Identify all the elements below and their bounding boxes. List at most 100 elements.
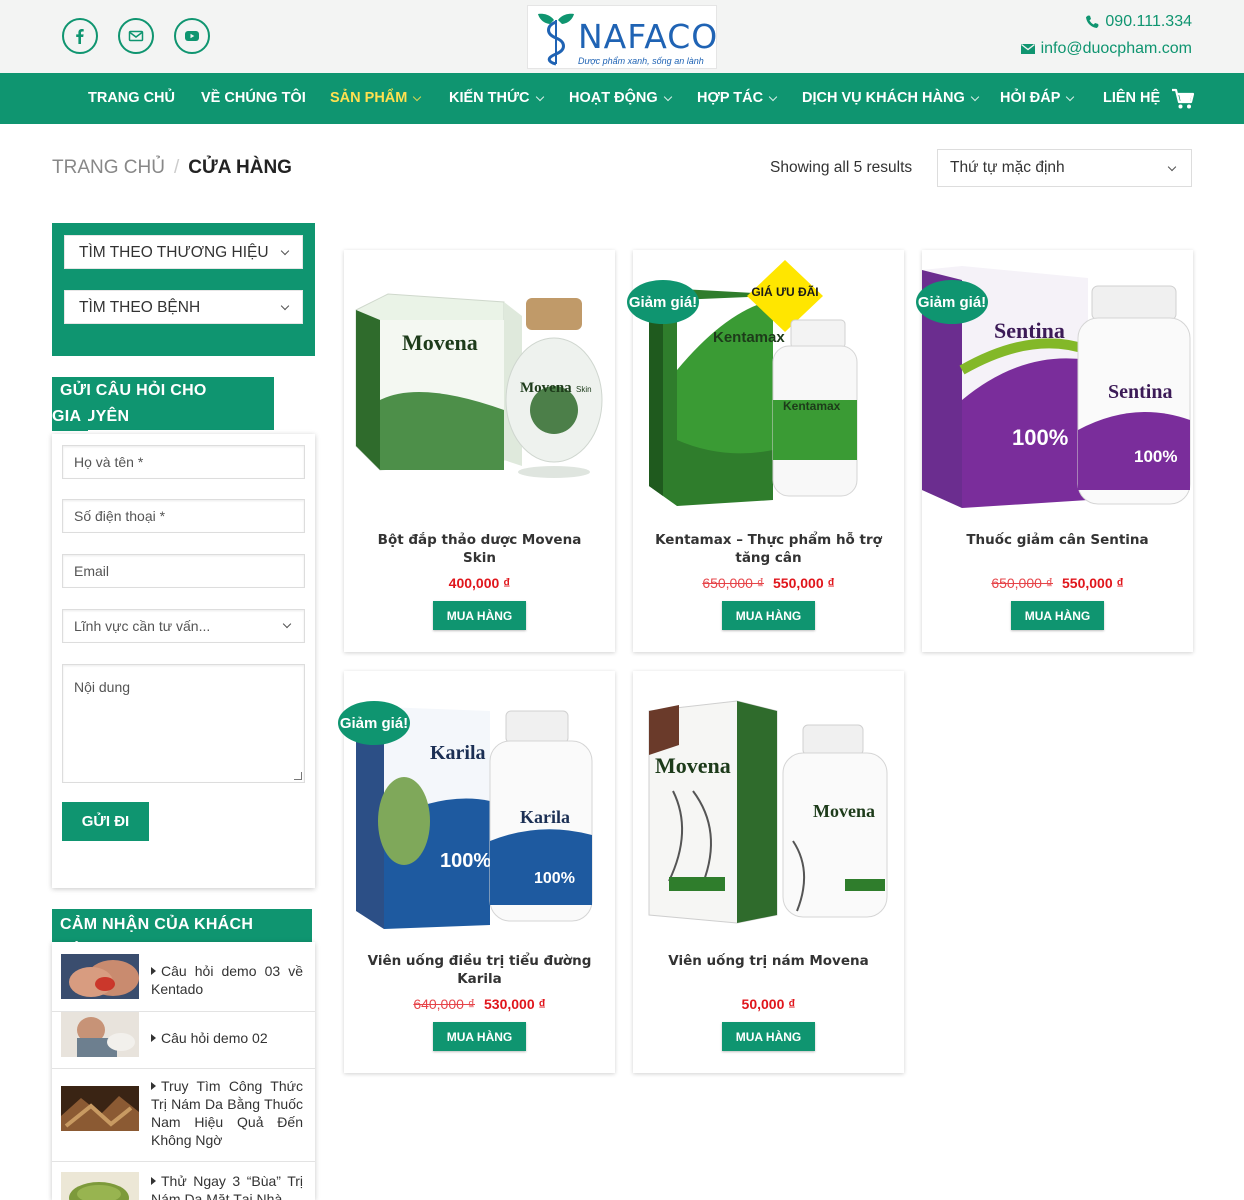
caret-right-icon: [151, 1082, 156, 1090]
main-nav: TRANG CHỦ VỀ CHÚNG TÔI SẢN PHẨM KIẾN THỨ…: [0, 73, 1244, 124]
facebook-icon[interactable]: [62, 18, 98, 54]
envelope-icon: [1020, 43, 1035, 54]
svg-text:100%: 100%: [534, 870, 575, 887]
nav-home[interactable]: TRANG CHỦ: [88, 90, 175, 106]
question-form-title-line2: GIA: [52, 403, 88, 431]
svg-text:Kentamax: Kentamax: [713, 329, 785, 346]
product-name[interactable]: Viên uống trị nám Movena: [649, 952, 888, 970]
filter-widget: TÌM THEO THƯƠNG HIỆU TÌM THEO BỆNH: [52, 223, 315, 356]
sort-select[interactable]: Thứ tự mặc định: [937, 149, 1192, 187]
product-card[interactable]: Karila 100% Karila 100% Giảm giá! Viên u…: [338, 671, 615, 1073]
buy-button[interactable]: MUA HÀNG: [1011, 601, 1104, 630]
current-price: 530,000 ₫: [484, 996, 546, 1012]
product-name[interactable]: Thuốc giảm cân Sentina: [938, 531, 1177, 549]
submit-button[interactable]: GỬI ĐI: [62, 802, 149, 841]
product-card[interactable]: Movena Movena Viên uống trị nám Movena 5…: [633, 671, 904, 1073]
review-link[interactable]: Câu hỏi demo 02: [151, 1029, 303, 1047]
logo-leaf-icon: [538, 13, 574, 66]
site-logo[interactable]: NAFACO Dược phẩm xanh, sống an lành: [527, 5, 717, 69]
sale-badge: Giảm giá!: [627, 280, 699, 324]
name-field[interactable]: Họ và tên *: [62, 445, 305, 479]
cart-icon[interactable]: [1171, 88, 1195, 110]
nav-contact[interactable]: LIÊN HỆ: [1103, 90, 1160, 106]
old-price: 640,000 ₫: [413, 996, 475, 1012]
product-name[interactable]: Kentamax – Thực phẩm hỗ trợ tăng cân: [649, 531, 888, 567]
buy-button[interactable]: MUA HÀNG: [433, 601, 526, 630]
breadcrumb-separator: /: [173, 157, 180, 178]
svg-text:100%: 100%: [1012, 425, 1068, 450]
sale-badge: Giảm giá!: [916, 280, 988, 324]
product-card[interactable]: Kentamax GIÁ ƯU ĐÃI Kentamax Giảm giá! K…: [627, 250, 904, 652]
header-email[interactable]: info@duocpham.com: [1020, 40, 1192, 58]
nav-faq[interactable]: HỎI ĐÁP: [1000, 90, 1076, 106]
content-textarea[interactable]: Nội dung: [62, 664, 305, 783]
chevron-down-icon: [280, 301, 290, 311]
current-price: 550,000 ₫: [773, 575, 835, 591]
chevron-down-icon: [1167, 162, 1177, 172]
email-field[interactable]: Email: [62, 554, 305, 588]
phone-field[interactable]: Số điện thoại *: [62, 499, 305, 533]
product-price: 50,000 ₫: [633, 996, 904, 1012]
phone-number: 090.111.334: [1105, 13, 1192, 30]
review-link[interactable]: Truy Tìm Công Thức Trị Nám Da Bằng Thuốc…: [151, 1077, 303, 1149]
svg-text:Sentina: Sentina: [1108, 381, 1172, 403]
youtube-icon[interactable]: [174, 18, 210, 54]
nav-activities[interactable]: HOẠT ĐỘNG: [569, 90, 674, 106]
header-phone[interactable]: 090.111.334: [1084, 13, 1192, 31]
buy-button[interactable]: MUA HÀNG: [722, 1022, 815, 1051]
list-item[interactable]: Truy Tìm Công Thức Trị Nám Da Bằng Thuốc…: [52, 1069, 315, 1162]
current-price: 400,000 ₫: [448, 575, 511, 591]
product-price: 650,000 ₫ 550,000 ₫: [633, 575, 904, 591]
nav-knowledge[interactable]: KIẾN THỨC: [449, 90, 546, 106]
chevron-down-icon: [535, 92, 544, 101]
review-thumbnail: [61, 1086, 139, 1131]
product-price: 640,000 ₫ 530,000 ₫: [344, 996, 615, 1012]
nav-customer-service[interactable]: DỊCH VỤ KHÁCH HÀNG: [802, 90, 981, 106]
product-name[interactable]: Bột đắp thảo dược Movena Skin: [360, 531, 599, 567]
topic-select[interactable]: Lĩnh vực cần tư vấn...: [62, 609, 305, 643]
breadcrumb: TRANG CHỦ / CỬA HÀNG: [52, 157, 292, 179]
current-price: 550,000 ₫: [1062, 575, 1124, 591]
old-price: 650,000 ₫: [991, 575, 1053, 591]
svg-text:Movena: Movena: [813, 801, 875, 821]
chevron-down-icon: [970, 92, 979, 101]
product-card[interactable]: Sentina 100% Sentina 100% Giảm giá! Thuố…: [916, 250, 1193, 652]
svg-text:Skin: Skin: [576, 385, 592, 394]
buy-button[interactable]: MUA HÀNG: [433, 1022, 526, 1051]
svg-text:Sentina: Sentina: [994, 318, 1065, 343]
resize-handle-icon[interactable]: [294, 772, 302, 780]
product-card[interactable]: Movena Movena Skin Bột đắp thảo dược Mov…: [344, 250, 615, 652]
list-item[interactable]: Câu hỏi demo 03 về Kentado: [52, 942, 315, 1012]
svg-text:100%: 100%: [440, 850, 491, 872]
nav-products[interactable]: SẢN PHẨM: [330, 90, 423, 106]
sort-selected-value: Thứ tự mặc định: [950, 159, 1065, 176]
breadcrumb-current: CỬA HÀNG: [188, 157, 292, 178]
brand-filter-select[interactable]: TÌM THEO THƯƠNG HIỆU: [64, 235, 303, 269]
breadcrumb-home[interactable]: TRANG CHỦ: [52, 157, 165, 178]
svg-text:GIÁ ƯU ĐÃI: GIÁ ƯU ĐÃI: [751, 284, 818, 299]
product-price: 650,000 ₫ 550,000 ₫: [922, 575, 1193, 591]
buy-button[interactable]: MUA HÀNG: [722, 601, 815, 630]
nav-about[interactable]: VỀ CHÚNG TÔI: [201, 90, 306, 106]
product-name[interactable]: Viên uống điều trị tiểu đường Karila: [360, 952, 599, 988]
email-address: info@duocpham.com: [1040, 40, 1192, 57]
nav-cooperation[interactable]: HỢP TÁC: [697, 90, 779, 106]
product-price: 400,000 ₫: [344, 575, 615, 591]
result-count: Showing all 5 results: [770, 159, 913, 176]
disease-filter-select[interactable]: TÌM THEO BỆNH: [64, 290, 303, 324]
review-link[interactable]: Thử Ngay 3 “Bùa” Trị Nám Da Mặt Tại Nhà: [151, 1172, 303, 1200]
review-link[interactable]: Câu hỏi demo 03 về Kentado: [151, 962, 303, 998]
list-item[interactable]: Câu hỏi demo 02: [52, 1012, 315, 1069]
question-form: Họ và tên * Số điện thoại * Email Lĩnh v…: [52, 434, 315, 888]
product-image[interactable]: Movena Movena Skin: [344, 250, 615, 520]
phone-icon: [1086, 15, 1099, 28]
svg-text:Karila: Karila: [430, 742, 486, 764]
logo-name: NAFACO: [578, 17, 719, 56]
top-bar: NAFACO Dược phẩm xanh, sống an lành 090.…: [0, 0, 1244, 73]
product-image[interactable]: Movena Movena: [633, 671, 904, 941]
review-thumbnail: [61, 1012, 139, 1057]
current-price: 50,000 ₫: [741, 996, 796, 1012]
caret-right-icon: [151, 1034, 156, 1042]
mail-icon[interactable]: [118, 18, 154, 54]
list-item[interactable]: Thử Ngay 3 “Bùa” Trị Nám Da Mặt Tại Nhà: [52, 1162, 315, 1200]
